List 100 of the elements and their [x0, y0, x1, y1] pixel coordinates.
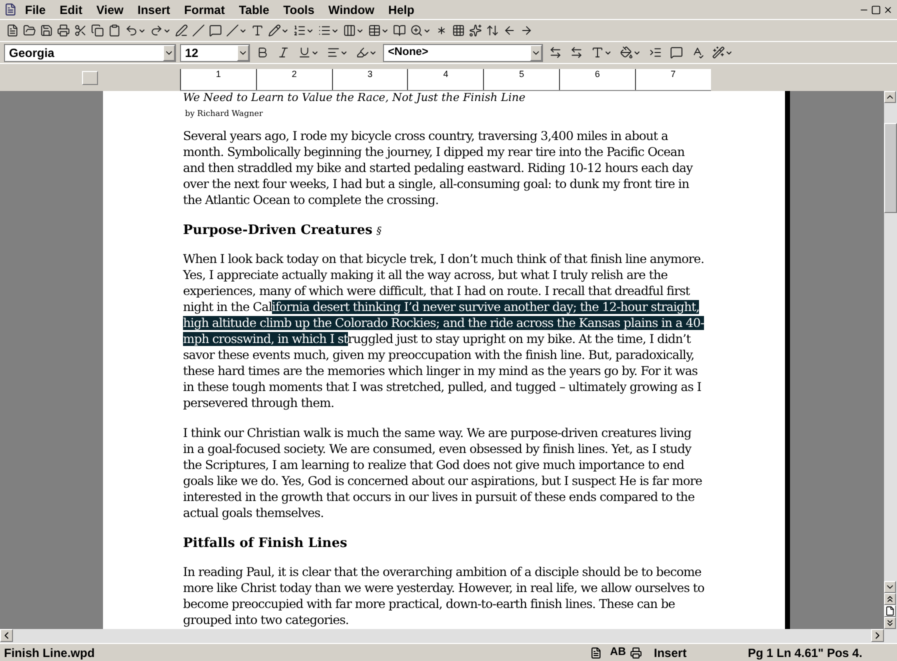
underline-icon [298, 46, 311, 59]
tab-set-button[interactable] [82, 70, 98, 84]
caret-icon [138, 26, 146, 34]
grid-icon [452, 24, 465, 37]
next-page-icon[interactable] [884, 617, 896, 629]
scroll-down-icon[interactable] [884, 581, 896, 593]
cursor-position: Pg 1 Ln 4.61" Pos 4. [746, 644, 864, 661]
paste-icon [108, 24, 121, 37]
status-indicator[interactable]: AB [610, 644, 626, 661]
save-icon [40, 24, 53, 37]
forward-arrow-icon [520, 24, 533, 37]
menu-item[interactable]: Help [388, 0, 414, 18]
sparkle-button[interactable] [467, 22, 484, 40]
pen-button[interactable] [173, 22, 190, 40]
ruler-number: 5 [519, 69, 524, 79]
spell-check-icon [691, 46, 704, 59]
ruler-number: 1 [216, 69, 221, 79]
pencil-icon [268, 24, 281, 37]
page-icon[interactable] [884, 605, 896, 617]
copy-button[interactable] [89, 22, 106, 40]
hidden-code-mark: § [376, 225, 382, 239]
abc-bubble-icon [670, 46, 683, 59]
scroll-thumb[interactable] [884, 123, 897, 213]
book-icon [393, 24, 406, 37]
caret-icon [604, 48, 612, 56]
cut-icon [74, 24, 87, 37]
byline: by Richard Wagner [184, 108, 264, 120]
sparkle-icon [469, 24, 482, 37]
abc-left-icon [549, 46, 562, 59]
dropdown-icon [163, 44, 175, 60]
ruler-number: 4 [443, 69, 448, 79]
line-icon [192, 24, 205, 37]
font-style-icon [591, 46, 604, 59]
restore-icon[interactable] [871, 4, 881, 14]
body-paragraph: Several years ago, I rode my bicycle cross country, traversing 3,400 miles in about a month. Symbolically beginning the journey, I dipped my rear tire into the Pacific Ocean and then straddled my bike and started pedaling eastward. Riding 10-12 hours each day over the next four weeks, I had but a single, all-consuming goal: to dunk my front tire in the Atlantic Ocean to complete the crossing. [183, 128, 694, 208]
body-paragraph: When I look back today on that bicycle trek, I don’t much think of that finish line anymore. Yes, I appreciate actually making it all the way across, but what I truly relish are the experiences, many of which were difficult, that I had on route. I recall that dreadful first night in the California desert thinking I’d never survive another day; the 12-hour straight, high altitude climb up the Colorado Rockies; and the ride across the Kansas plains in a 40-mph crosswind, in which I struggled just to stay upright on my bike. At the time, I didn’t savor these events much, given my preoccupation with the finish line. But, paradoxically, these hard times are the memories which linger in my mind as the years go by. For it was in these tough moments that I was stretched, pulled, and tugged – ultimately growing as I persevered through them. [183, 251, 705, 411]
document-title: We Need to Learn to Value the Race, Not Just the Finish Line [183, 91, 526, 104]
insert-mode[interactable]: Insert [654, 644, 744, 661]
caret-icon [356, 26, 364, 34]
font-size-field[interactable]: 12 [180, 44, 250, 62]
caret-icon [633, 48, 641, 56]
caret-icon [311, 48, 319, 56]
pen-icon [175, 24, 188, 37]
caret-icon [381, 26, 389, 34]
italic-icon [277, 46, 290, 59]
zoom-icon [410, 24, 423, 37]
ruler-number: 6 [594, 69, 600, 79]
copy-icon [91, 24, 104, 37]
dropdown-icon [530, 44, 542, 60]
wand-icon [712, 46, 725, 59]
printer-icon[interactable] [630, 646, 642, 658]
ruler-number: 3 [367, 69, 372, 79]
scroll-up-icon[interactable] [884, 91, 896, 103]
caret-icon [423, 26, 431, 34]
back-arrow-icon [503, 24, 516, 37]
menu-item[interactable]: Table [238, 0, 270, 18]
comment-icon [209, 24, 222, 37]
dropdown-icon [237, 44, 249, 60]
justify-icon [327, 46, 340, 59]
body-paragraph: In reading Paul, it is clear that the overarching ambition of a disciple should be to become more like Christ today than we were yesterday. However, in real life, we allow ourselves to become preoccupied with far more practical, down-to-earth finish lines. These can be grouped into two categories. [183, 564, 705, 628]
caret-icon [369, 48, 377, 56]
table-icon [368, 24, 381, 37]
menu-item[interactable]: View [96, 0, 124, 18]
style-field[interactable]: <None> [383, 44, 543, 62]
previous-page-icon[interactable] [884, 593, 896, 605]
menu-item[interactable]: Insert [137, 0, 170, 18]
menu-item[interactable]: Edit [60, 0, 82, 18]
bold-icon [256, 46, 269, 59]
line-icon [226, 24, 239, 37]
menu-item[interactable]: Format [184, 0, 225, 18]
numbered-list-icon [293, 24, 306, 37]
ruler[interactable]: 1 2 3 4 5 6 7 [180, 69, 711, 91]
file-name: Finish Line.wpd [3, 644, 96, 661]
caret-icon [340, 48, 348, 56]
up-down-arrow-icon [486, 24, 499, 37]
menu-item[interactable]: Window [328, 0, 374, 18]
app-icon [4, 3, 17, 16]
font-color-icon [356, 46, 369, 59]
text-box-icon [251, 24, 264, 37]
undo-icon [125, 24, 138, 37]
columns-icon [343, 24, 356, 37]
printer-button[interactable] [55, 22, 72, 40]
caret-icon [725, 48, 733, 56]
font-field[interactable]: Georgia [4, 44, 176, 62]
caret-icon [331, 26, 339, 34]
body-paragraph: I think our Christian walk is much the same way. We are purpose-driven creatures living in a goal-focused society. We are consumed, even obsessed by finish lines. Yet, as I study the Scriptures, I am learning to realize that God does not give much importance to end goals like we do. Yes, God is concerned about our aspirations, but I suspect He is far more interested in the growth that occurs in our lives in pursuit of these ends compared to the actual goals themselves. [183, 425, 703, 521]
indent-icon [649, 46, 662, 59]
close-icon[interactable] [883, 4, 893, 14]
line-button[interactable] [190, 22, 207, 40]
scroll-right-icon[interactable] [871, 629, 884, 642]
caret-icon [281, 26, 289, 34]
caret-icon [306, 26, 314, 34]
menu-item[interactable]: File [25, 0, 46, 18]
folder-icon [23, 24, 36, 37]
document-icon[interactable] [590, 646, 602, 658]
menu-item[interactable]: Tools [283, 0, 314, 18]
caret-icon [239, 26, 247, 34]
scroll-left-icon[interactable] [0, 629, 13, 642]
fill-bucket-icon [620, 46, 633, 59]
new-document-icon [6, 24, 19, 37]
